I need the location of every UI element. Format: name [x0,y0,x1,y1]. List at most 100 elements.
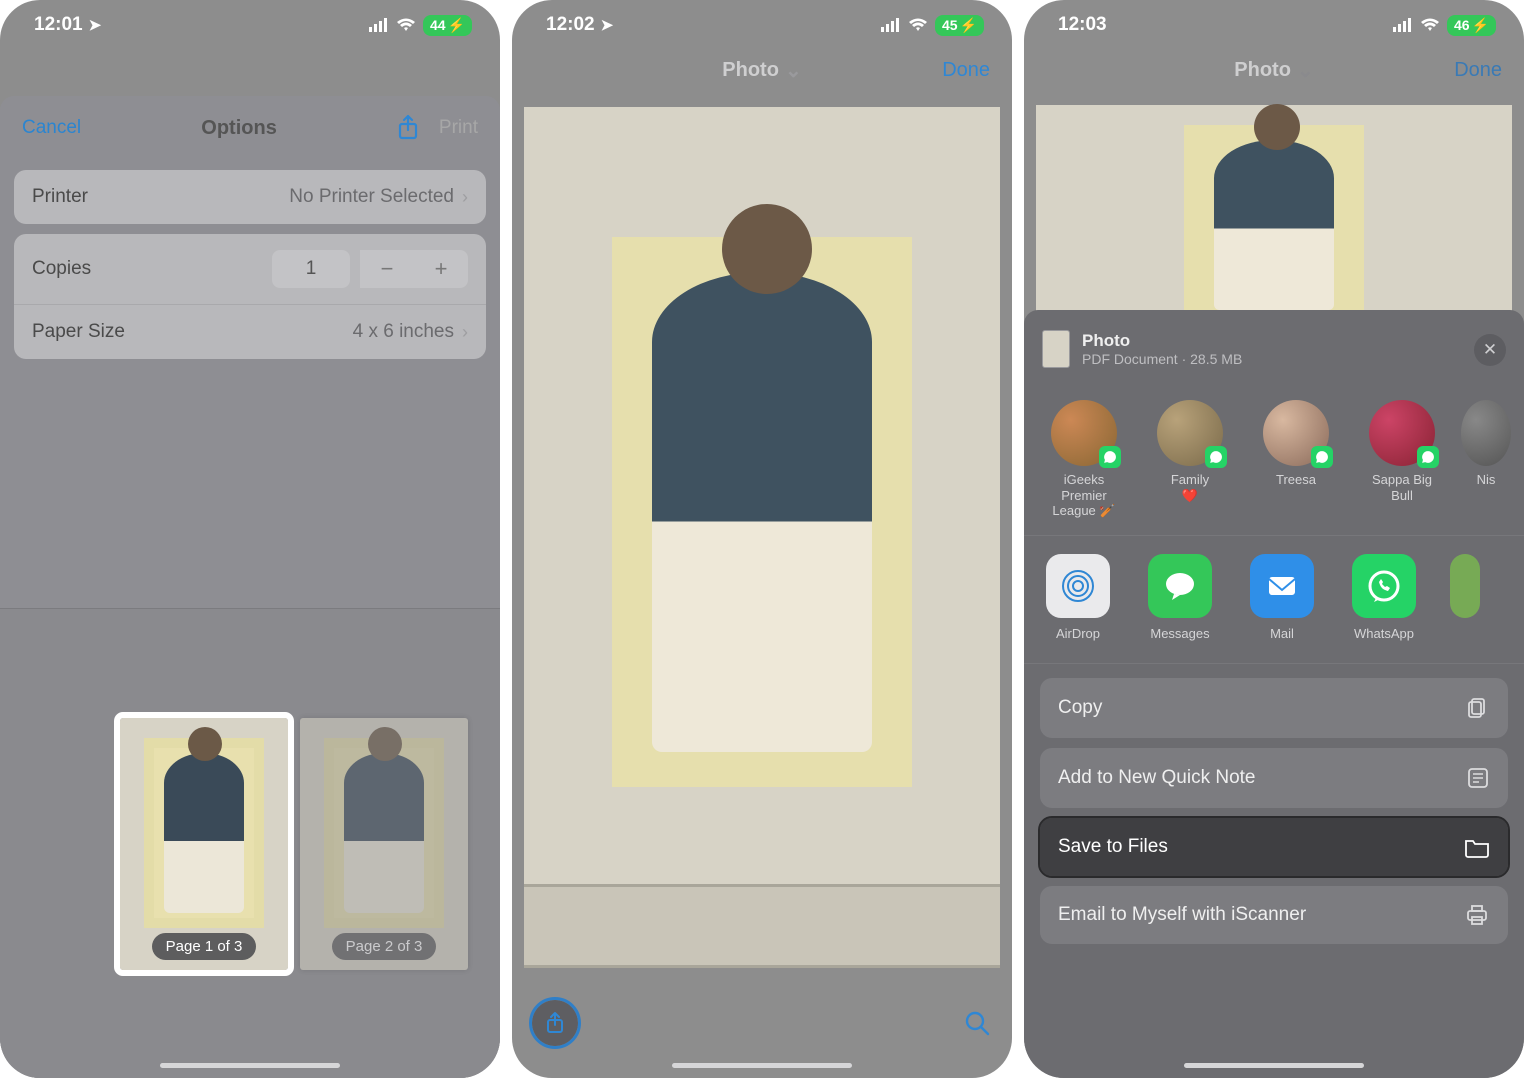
behind-sheet [0,44,500,96]
battery-indicator: 46⚡ [1447,15,1496,36]
battery-indicator: 45⚡ [935,15,984,36]
app-airdrop[interactable]: AirDrop [1042,554,1114,641]
document-header: Photo PDF Document · 28.5 MB ✕ [1024,324,1524,382]
app-more[interactable] [1450,554,1480,641]
status-bar: 12:01 ➤ 44⚡ [0,0,500,44]
document-subtitle: PDF Document · 28.5 MB [1082,351,1242,367]
avatar [1051,400,1117,466]
contact-treesa[interactable]: Treesa [1254,400,1338,519]
printer-group: Printer No Printer Selected› [14,170,486,224]
wifi-icon [908,18,928,32]
papersize-value: 4 x 6 inches [353,321,454,343]
photo-canvas[interactable] [524,107,1000,917]
page-thumbnails[interactable]: Page 1 of 3 Page 2 of 3 [0,608,500,1078]
page-thumb-2[interactable]: Page 2 of 3 [300,718,468,970]
status-bar: 12:03 46⚡ [1024,0,1524,44]
action-label: Save to Files [1058,836,1168,858]
action-save-to-files[interactable]: Save to Files [1040,818,1508,876]
app-mail[interactable]: Mail [1246,554,1318,641]
copies-row: Copies 1 − + [14,234,486,305]
status-time: 12:03 [1058,14,1107,36]
preview-title[interactable]: Photo [722,59,779,82]
action-label: Copy [1058,697,1102,719]
location-icon: ➤ [89,16,102,34]
close-button[interactable]: ✕ [1474,334,1506,366]
contact-label: Nis [1477,472,1496,488]
home-indicator[interactable] [672,1063,852,1068]
screen-photo-preview: 12:02 ➤ 45⚡ Photo ⌄ Done [512,0,1012,1078]
chevron-down-icon[interactable]: ⌄ [785,58,802,83]
share-icon[interactable] [397,114,419,142]
whatsapp-badge-icon [1205,446,1227,468]
printer-row[interactable]: Printer No Printer Selected› [14,170,486,224]
contact-igeeks[interactable]: iGeeks Premier League 🏏 [1042,400,1126,519]
document-thumbnail-icon [1042,330,1070,368]
mail-icon [1250,554,1314,618]
action-label: Add to New Quick Note [1058,767,1255,789]
done-button: Done [1454,59,1502,82]
share-actions: Copy Add to New Quick Note Save to Files… [1024,664,1524,958]
preview-toolbar [512,968,1012,1078]
photo-person [652,272,872,752]
status-bar: 12:02 ➤ 45⚡ [512,0,1012,44]
whatsapp-badge-icon [1311,446,1333,468]
cellular-icon [1393,18,1413,32]
contact-label: Treesa [1276,472,1316,488]
search-button[interactable] [962,1008,992,1038]
document-title: Photo [1082,331,1242,351]
app-icon [1450,554,1480,618]
chevron-right-icon: › [462,322,468,343]
home-indicator[interactable] [160,1063,340,1068]
app-label: AirDrop [1056,626,1100,641]
photo-person [344,753,424,913]
airdrop-icon [1046,554,1110,618]
action-quick-note[interactable]: Add to New Quick Note [1040,748,1508,808]
page-label: Page 2 of 3 [332,933,437,960]
avatar [1263,400,1329,466]
wifi-icon [396,18,416,32]
quick-note-icon [1466,766,1490,790]
contact-label: Family [1171,472,1209,487]
status-time: 12:01 [34,14,83,36]
papersize-row[interactable]: Paper Size 4 x 6 inches › [14,305,486,359]
heart-icon: ❤️ [1182,488,1198,503]
options-group: Copies 1 − + Paper Size 4 x 6 inches › [14,234,486,359]
folder-icon [1464,836,1490,858]
whatsapp-icon [1352,554,1416,618]
page-thumb-1[interactable]: Page 1 of 3 [120,718,288,970]
copies-decrement-button[interactable]: − [360,250,414,288]
contact-sappa[interactable]: Sappa Big Bull [1360,400,1444,519]
avatar [1157,400,1223,466]
app-label: Messages [1150,626,1209,641]
messages-icon [1148,554,1212,618]
avatar [1369,400,1435,466]
done-button[interactable]: Done [942,59,990,82]
sheet-title: Options [201,117,277,140]
app-whatsapp[interactable]: WhatsApp [1348,554,1420,641]
preview-nav: Photo ⌄ Done [512,44,1012,97]
print-button[interactable]: Print [439,117,478,139]
cellular-icon [369,18,389,32]
action-email-iscanner[interactable]: Email to Myself with iScanner [1040,886,1508,944]
preview-title: Photo [1234,59,1291,82]
share-contacts-row[interactable]: iGeeks Premier League 🏏 Family❤️ Treesa … [1024,382,1524,535]
copies-value: 1 [272,250,350,288]
battery-indicator: 44⚡ [423,15,472,36]
whatsapp-badge-icon [1099,446,1121,468]
cancel-button[interactable]: Cancel [22,117,81,139]
photo-frame [612,237,912,787]
screen-share-sheet: 12:03 46⚡ Photo ⌄ Done Photo PDF Documen… [1024,0,1524,1078]
contact-family[interactable]: Family❤️ [1148,400,1232,519]
action-copy[interactable]: Copy [1040,678,1508,738]
papersize-label: Paper Size [32,321,125,343]
printer-value: No Printer Selected [289,186,454,208]
chevron-right-icon: › [462,187,468,208]
copies-increment-button[interactable]: + [414,250,468,288]
share-apps-row[interactable]: AirDrop Messages Mail WhatsApp [1024,535,1524,664]
share-button[interactable] [532,1000,578,1046]
home-indicator[interactable] [1184,1063,1364,1068]
app-label: WhatsApp [1354,626,1414,641]
app-messages[interactable]: Messages [1144,554,1216,641]
whatsapp-badge-icon [1417,446,1439,468]
contact-nis[interactable]: Nis [1466,400,1506,519]
